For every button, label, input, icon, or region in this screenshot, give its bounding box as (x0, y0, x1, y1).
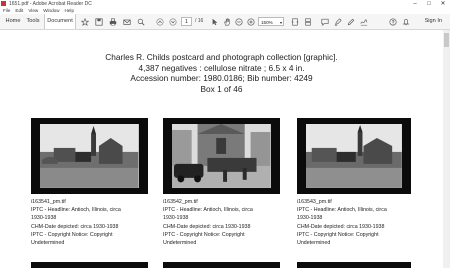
tab-document[interactable]: Document (44, 14, 76, 29)
photo-image (40, 124, 139, 188)
window-title: 1651.pdf - Adobe Acrobat Reader DC (9, 1, 92, 7)
heading-line: Accession number: 1980.0186; Bib number:… (130, 73, 313, 84)
save-icon[interactable] (94, 17, 103, 26)
zoom-value: 150% (261, 20, 273, 25)
caption-line: IPTC - Copyright Notice: Copyright (31, 231, 113, 238)
photo-thumbnail (163, 262, 280, 268)
hand-icon[interactable] (222, 17, 231, 26)
sign-in-button[interactable]: Sign In (425, 14, 442, 29)
maximize-button[interactable]: □ (422, 0, 436, 8)
highlight-icon[interactable] (333, 17, 342, 26)
prev-page-icon[interactable] (155, 17, 164, 26)
zoom-in-icon[interactable] (246, 17, 255, 26)
page-count: / 16 (195, 18, 204, 24)
caption-line: Undetermined (31, 240, 65, 247)
caption-line: 1930-1938 (163, 215, 189, 222)
minimize-button[interactable]: – (408, 0, 422, 8)
next-page-icon[interactable] (168, 17, 177, 26)
photo-thumbnail (297, 262, 411, 268)
file-name: i163541_pm.tif (31, 199, 66, 205)
photo-caption: i163543_pm.tif IPTC - Headline: Antioch,… (297, 198, 387, 247)
vertical-scrollbar[interactable] (443, 30, 450, 268)
close-button[interactable]: ✕ (436, 0, 450, 8)
photo-image (172, 124, 271, 188)
caption-line: CHM-Date depicted: circa 1930-1938 (297, 223, 385, 230)
caption-line: IPTC - Copyright Notice: Copyright (297, 231, 379, 238)
caption-line: CHM-Date depicted: circa 1930-1938 (163, 223, 251, 230)
heading-line: 4,387 negatives : cellulose nitrate ; 6.… (138, 62, 305, 73)
zoom-select[interactable]: 150% ▾ (258, 17, 284, 26)
tab-tools[interactable]: Tools (24, 14, 42, 29)
acrobat-icon (1, 1, 6, 6)
sign-icon[interactable] (359, 17, 368, 26)
tab-home[interactable]: Home (4, 14, 22, 29)
email-icon[interactable] (122, 17, 131, 26)
caption-line: 1930-1938 (297, 215, 323, 222)
heading-line: Box 1 of 46 (200, 84, 243, 95)
caption-line: IPTC - Headline: Antioch, Illinois, circ… (31, 207, 121, 214)
caption-line: CHM-Date depicted: circa 1930-1938 (31, 223, 119, 230)
document-heading: Charles R. Childs postcard and photograp… (0, 52, 443, 95)
caption-line: 1930-1938 (31, 215, 57, 222)
select-cursor-icon[interactable] (210, 17, 219, 26)
photo-caption: i163541_pm.tif IPTC - Headline: Antioch,… (31, 198, 121, 247)
find-icon[interactable] (136, 17, 145, 26)
comment-icon[interactable] (320, 17, 329, 26)
photo-thumbnail (31, 262, 148, 268)
help-icon[interactable] (388, 17, 397, 26)
chevron-down-icon: ▾ (279, 20, 282, 25)
photo-thumbnail (297, 118, 411, 194)
caption-line: IPTC - Headline: Antioch, Illinois, circ… (163, 207, 253, 214)
caption-line: IPTC - Headline: Antioch, Illinois, circ… (297, 207, 387, 214)
photo-thumbnail (163, 118, 280, 194)
pen-icon[interactable] (346, 17, 355, 26)
caption-line: Undetermined (297, 240, 331, 247)
fit-page-icon[interactable] (290, 17, 299, 26)
scroll-mode-icon[interactable] (303, 17, 312, 26)
star-icon[interactable] (80, 17, 89, 26)
toolbar: Home Tools Document 1 / 16 150% ▾ Sign I… (0, 14, 450, 30)
file-name: i163543_pm.tif (297, 199, 332, 205)
photo-thumbnail (31, 118, 148, 194)
caption-line: IPTC - Copyright Notice: Copyright (163, 231, 245, 238)
heading-line: Charles R. Childs postcard and photograp… (105, 52, 338, 62)
file-name: i163542_pm.tif (163, 199, 198, 205)
zoom-out-icon[interactable] (234, 17, 243, 26)
photo-image (306, 124, 402, 188)
print-icon[interactable] (108, 17, 117, 26)
page-number-input[interactable]: 1 (181, 17, 192, 26)
title-bar: 1651.pdf - Adobe Acrobat Reader DC – □ ✕ (0, 0, 450, 8)
photo-caption: i163542_pm.tif IPTC - Headline: Antioch,… (163, 198, 253, 247)
window-controls: – □ ✕ (408, 0, 450, 8)
notification-icon[interactable] (401, 17, 410, 26)
caption-line: Undetermined (163, 240, 197, 247)
scrollbar-thumb[interactable] (444, 33, 449, 47)
